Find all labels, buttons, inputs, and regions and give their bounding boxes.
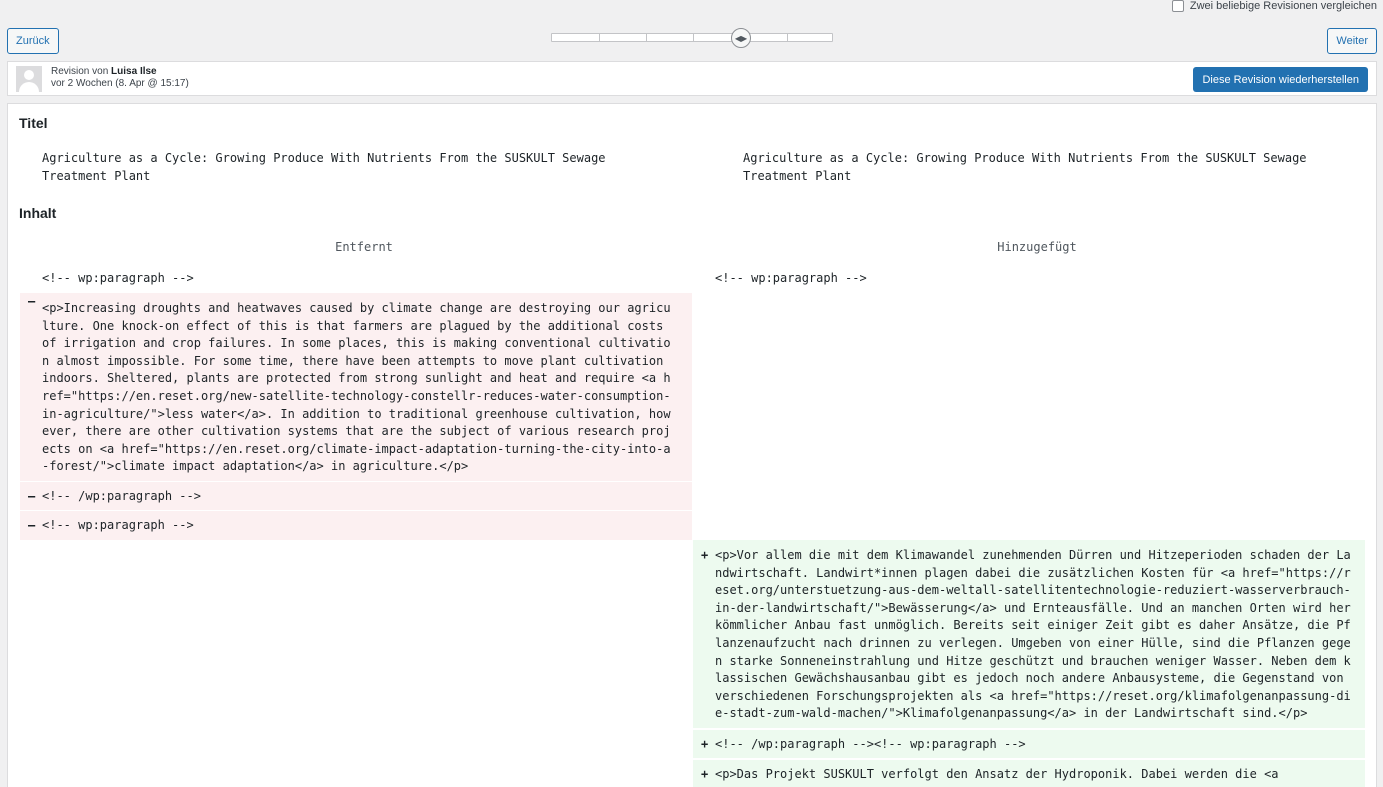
title-right: Agriculture as a Cycle: Growing Produce … <box>743 151 1307 183</box>
revision-slider[interactable]: ◀▶ <box>551 28 833 48</box>
slider-handle[interactable]: ◀▶ <box>731 28 751 48</box>
plus-icon: + <box>701 767 709 781</box>
context-line-left: <!-- wp:paragraph --> <box>42 271 194 285</box>
revision-meta-bar: Revision von Luisa Ilse vor 2 Wochen (8.… <box>7 61 1377 96</box>
avatar <box>16 66 42 92</box>
restore-revision-button[interactable]: Diese Revision wiederherstellen <box>1193 67 1368 92</box>
revision-info: Revision von Luisa Ilse vor 2 Wochen (8.… <box>51 66 189 90</box>
plus-icon: + <box>701 548 709 562</box>
diff-added-line: + <p>Vor allem die mit dem Klimawandel z… <box>693 540 1365 728</box>
compare-any-two-toggle[interactable]: Zwei beliebige Revisionen vergleichen <box>1171 0 1377 12</box>
slider-tick <box>693 34 694 41</box>
diff-removed-line: – <!-- wp:paragraph --> <box>20 511 692 540</box>
slider-tick <box>646 34 647 41</box>
diff-added-line: + <p>Das Projekt SUSKULT verfolgt den An… <box>693 760 1365 787</box>
plus-icon: + <box>701 737 709 751</box>
revision-prefix: Revision von <box>51 66 109 77</box>
title-heading: Titel <box>19 115 48 131</box>
next-button[interactable]: Weiter <box>1327 28 1377 54</box>
compare-checkbox[interactable] <box>1171 0 1184 12</box>
slider-tick <box>787 34 788 41</box>
title-left: Agriculture as a Cycle: Growing Produce … <box>42 151 606 183</box>
compare-label: Zwei beliebige Revisionen vergleichen <box>1189 0 1377 12</box>
diff-removed-line: – <!-- /wp:paragraph --> <box>20 482 692 510</box>
diff-removed-line: – <p>Increasing droughts and heatwaves c… <box>20 293 692 481</box>
previous-button[interactable]: Zurück <box>7 28 59 54</box>
context-line-right: <!-- wp:paragraph --> <box>715 271 867 285</box>
minus-icon: – <box>28 489 36 503</box>
removed-column-header: Entfernt <box>335 240 393 254</box>
added-column-header: Hinzugefügt <box>997 240 1077 254</box>
diff-added-line: + <!-- /wp:paragraph --><!-- wp:paragrap… <box>693 730 1365 758</box>
revision-author[interactable]: Luisa Ilse <box>111 66 157 77</box>
revision-time: vor 2 Wochen (8. Apr @ 15:17) <box>51 78 189 89</box>
content-heading: Inhalt <box>19 205 57 221</box>
minus-icon: – <box>28 294 36 308</box>
minus-icon: – <box>28 518 36 532</box>
arrows-left-right-icon: ◀▶ <box>734 33 748 43</box>
slider-tick <box>599 34 600 41</box>
diff-content: Titel Agriculture as a Cycle: Growing Pr… <box>7 103 1377 787</box>
